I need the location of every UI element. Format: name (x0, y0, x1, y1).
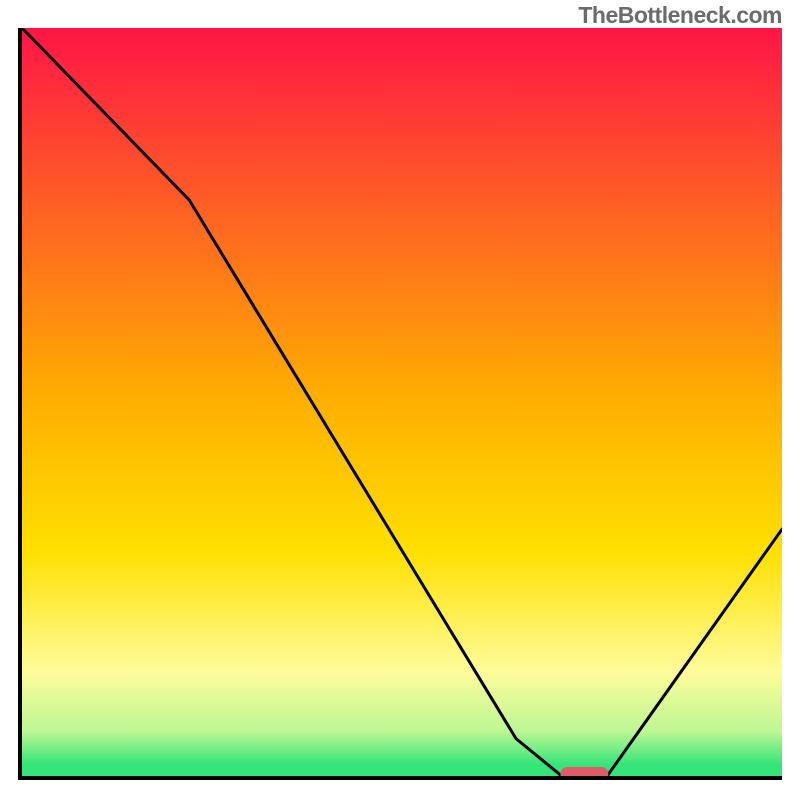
bottleneck-chart (18, 28, 782, 780)
chart-background (22, 28, 782, 776)
chart-plot-area (18, 28, 782, 780)
watermark-text: TheBottleneck.com (578, 2, 782, 29)
